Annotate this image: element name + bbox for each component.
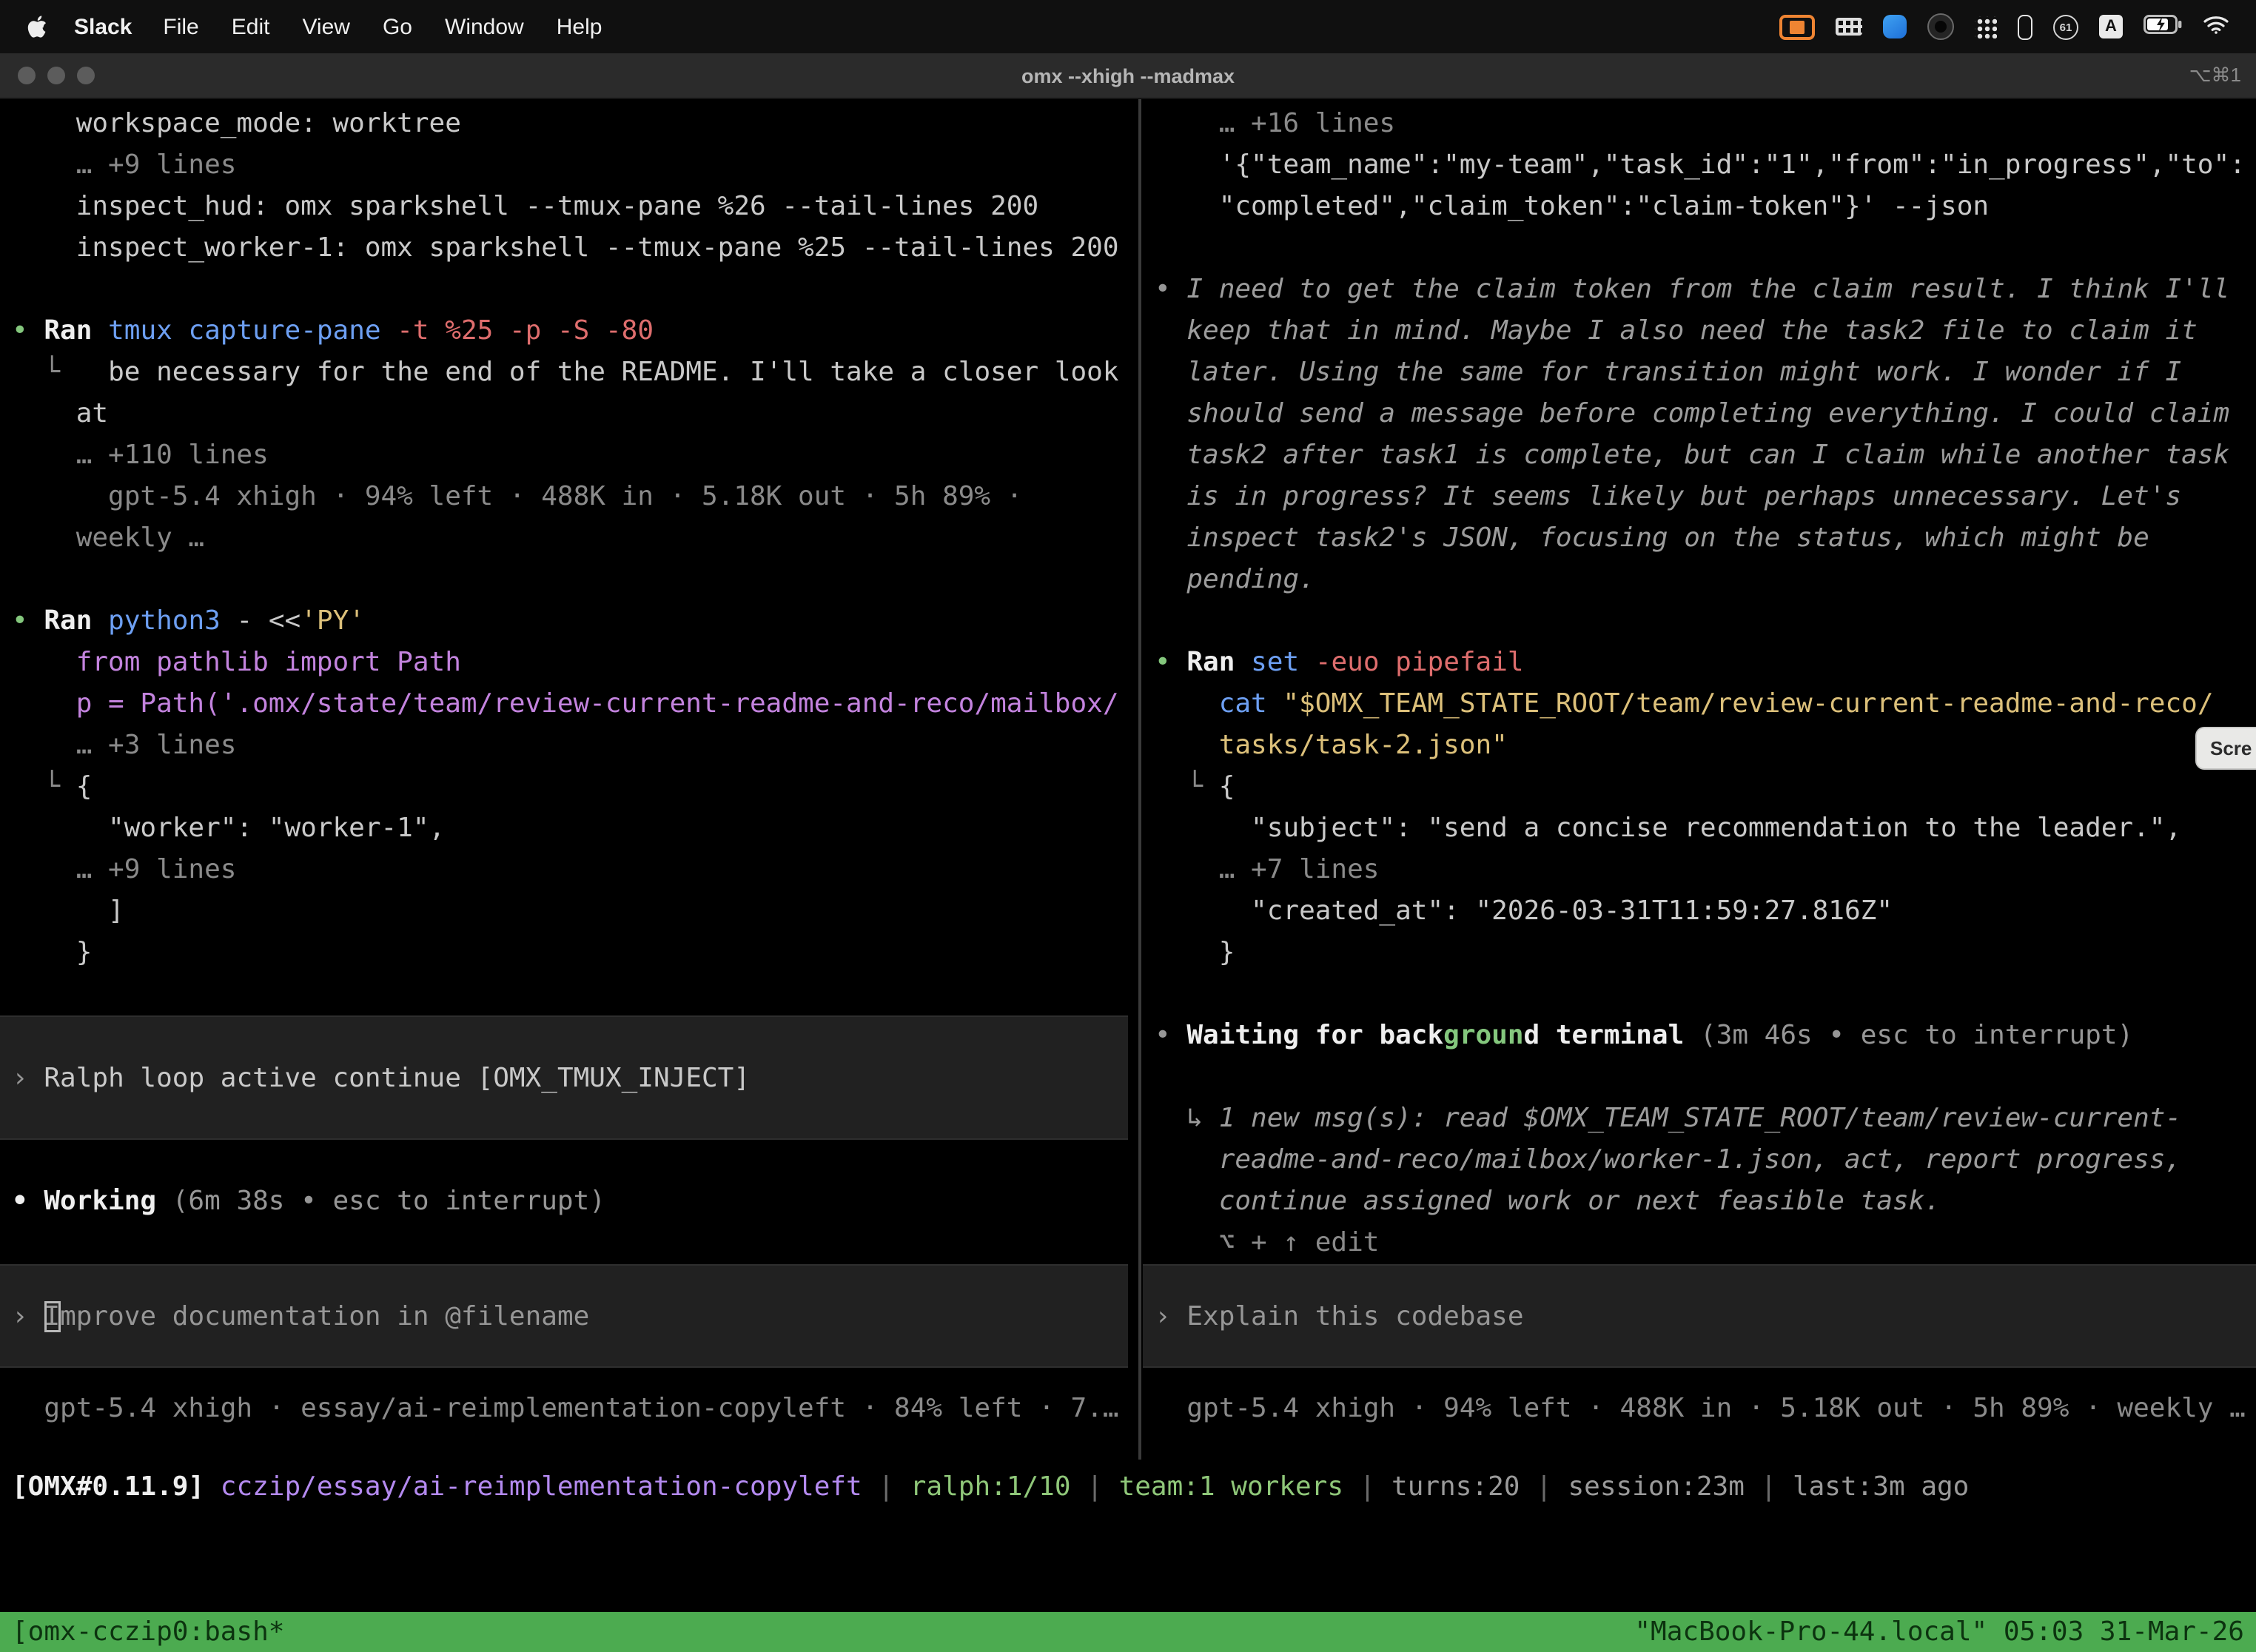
menu-bar-status-icons: 61 A — [1779, 13, 2256, 40]
wifi-icon[interactable] — [2203, 14, 2229, 39]
keyboard-grid-icon[interactable] — [1836, 18, 1862, 36]
terminal-line: "worker": "worker-1", — [12, 808, 1128, 850]
terminal-line: › Ralph loop active continue [OMX_TMUX_I… — [12, 1058, 1128, 1100]
traffic-lights — [18, 67, 95, 84]
window-title-bar[interactable]: omx --xhigh --madmax ⌥⌘1 — [0, 53, 2256, 99]
terminal-line: └ { — [12, 767, 1128, 808]
pane-divider[interactable] — [1138, 99, 1141, 1460]
terminal-line — [12, 1140, 1128, 1181]
terminal-line: … +7 lines — [1155, 850, 2256, 891]
terminal-line: gpt-5.4 xhigh · 94% left · 488K in · 5.1… — [12, 477, 1128, 518]
terminal-line: weekly … — [12, 518, 1128, 560]
menu-item-view[interactable]: View — [286, 14, 366, 39]
gauge-61-icon[interactable]: 61 — [2053, 14, 2078, 39]
menu-item-help[interactable]: Help — [540, 14, 619, 39]
terminal-line: … +110 lines — [12, 435, 1128, 477]
omx-status-line: [OMX#0.11.9] cczip/essay/ai-reimplementa… — [0, 1465, 2256, 1510]
apple-logo-icon[interactable] — [27, 15, 47, 38]
terminal-pane-right[interactable]: … +16 lines '{"team_name":"my-team","tas… — [1143, 99, 2256, 1460]
prompt-input-right[interactable]: › Explain this codebase — [1143, 1264, 2256, 1368]
terminal-line: ] — [12, 891, 1128, 933]
screen: Slack FileEditViewGoWindowHelp 61 A omx … — [0, 0, 2256, 1652]
terminal-line: › Improve documentation in @filename — [12, 1297, 1128, 1338]
menu-item-window[interactable]: Window — [429, 14, 540, 39]
pill-icon[interactable] — [2018, 14, 2032, 39]
terminal-line — [12, 1223, 1128, 1264]
close-button[interactable] — [18, 67, 36, 84]
blue-app-icon[interactable] — [1883, 15, 1907, 38]
terminal-line — [12, 974, 1128, 1015]
input-source-icon[interactable]: A — [2099, 15, 2123, 38]
terminal-line: └ { — [1155, 767, 2256, 808]
terminal-line: cat "$OMX_TEAM_STATE_ROOT/team/review-cu… — [1155, 684, 2256, 725]
zoom-button[interactable] — [77, 67, 95, 84]
app-grid-icon[interactable] — [1975, 16, 1997, 38]
screen-recording-indicator-icon[interactable] — [1779, 14, 1815, 39]
terminal-area: workspace_mode: worktree … +9 lines insp… — [0, 99, 2256, 1460]
terminal-line — [1155, 601, 2256, 642]
terminal-line: └ be necessary for the end of the README… — [12, 352, 1128, 394]
terminal-line: • Ran tmux capture-pane -t %25 -p -S -80 — [12, 311, 1128, 352]
terminal-line — [12, 269, 1128, 311]
terminal-line: at — [12, 394, 1128, 435]
tmux-host-clock: "MacBook-Pro-44.local" 05:03 31-Mar-26 — [1634, 1612, 2244, 1652]
terminal-line — [1155, 974, 2256, 1015]
terminal-line: gpt-5.4 xhigh · 94% left · 488K in · 5.1… — [1155, 1389, 2256, 1430]
tmux-session-window[interactable]: [omx-cczip0:bash* — [12, 1612, 284, 1652]
terminal-line: readme-and-reco/mailbox/worker-1.json, a… — [1155, 1140, 2256, 1181]
terminal-line: task2 after task1 is complete, but can I… — [1155, 435, 2256, 477]
terminal-line: } — [1155, 933, 2256, 974]
terminal-line: workspace_mode: worktree — [12, 104, 1128, 145]
ralph-loop-banner: › Ralph loop active continue [OMX_TMUX_I… — [0, 1015, 1128, 1140]
terminal-line: later. Using the same for transition mig… — [1155, 352, 2256, 394]
menu-item-go[interactable]: Go — [366, 14, 429, 39]
terminal-line: '{"team_name":"my-team","task_id":"1","f… — [1155, 145, 2256, 187]
terminal-line: continue assigned work or next feasible … — [1155, 1181, 2256, 1223]
menu-item-file[interactable]: File — [147, 14, 215, 39]
terminal-line: should send a message before completing … — [1155, 394, 2256, 435]
terminal-line: p = Path('.omx/state/team/review-current… — [12, 684, 1128, 725]
terminal-line: • I need to get the claim token from the… — [1155, 269, 2256, 311]
terminal-line: › Explain this codebase — [1155, 1297, 2256, 1338]
terminal-line: ⌥ + ↑ edit — [1155, 1223, 2256, 1264]
menu-item-edit[interactable]: Edit — [215, 14, 286, 39]
screen-popup[interactable]: Scre — [2195, 727, 2256, 770]
terminal-line: ↳ 1 new msg(s): read $OMX_TEAM_STATE_ROO… — [1155, 1098, 2256, 1140]
terminal-line: inspect task2's JSON, focusing on the st… — [1155, 518, 2256, 560]
battery-icon[interactable] — [2143, 14, 2182, 39]
prompt-input-left[interactable]: › Improve documentation in @filename — [0, 1264, 1128, 1368]
menu-items: FileEditViewGoWindowHelp — [147, 14, 618, 39]
tmux-status-bar: [omx-cczip0:bash* "MacBook-Pro-44.local"… — [0, 1612, 2256, 1652]
minimize-button[interactable] — [47, 67, 65, 84]
terminal-line: "completed","claim_token":"claim-token"}… — [1155, 187, 2256, 228]
window-shortcut: ⌥⌘1 — [2189, 64, 2241, 87]
terminal-line: "subject": "send a concise recommendatio… — [1155, 808, 2256, 850]
terminal-line: inspect_worker-1: omx sparkshell --tmux-… — [12, 228, 1128, 269]
terminal-line: keep that in mind. Maybe I also need the… — [1155, 311, 2256, 352]
terminal-line: • Waiting for background terminal (3m 46… — [1155, 1015, 2256, 1057]
terminal-line — [1155, 1057, 2256, 1098]
terminal-line: • Ran set -euo pipefail — [1155, 642, 2256, 684]
terminal-line: … +9 lines — [12, 850, 1128, 891]
terminal-line: … +9 lines — [12, 145, 1128, 187]
terminal-line: • Ran python3 - <<'PY' — [12, 601, 1128, 642]
terminal-line: inspect_hud: omx sparkshell --tmux-pane … — [12, 187, 1128, 228]
terminal-line: … +3 lines — [12, 725, 1128, 767]
terminal-pane-left[interactable]: workspace_mode: worktree … +9 lines insp… — [0, 99, 1128, 1460]
terminal-line: tasks/task-2.json" — [1155, 725, 2256, 767]
terminal-line: is in progress? It seems likely but perh… — [1155, 477, 2256, 518]
terminal-line: "created_at": "2026-03-31T11:59:27.816Z" — [1155, 891, 2256, 933]
menu-bar: Slack FileEditViewGoWindowHelp 61 A — [0, 0, 2256, 53]
terminal-line: pending. — [1155, 560, 2256, 601]
terminal-line — [1155, 228, 2256, 269]
terminal-line: • Working (6m 38s • esc to interrupt) — [12, 1181, 1128, 1223]
window-title: omx --xhigh --madmax — [0, 64, 2256, 87]
camera-lens-icon[interactable] — [1927, 13, 1954, 40]
terminal-line: from pathlib import Path — [12, 642, 1128, 684]
terminal-line — [12, 560, 1128, 601]
terminal-line: gpt-5.4 xhigh · essay/ai-reimplementatio… — [12, 1389, 1128, 1430]
menu-app-name[interactable]: Slack — [59, 14, 147, 39]
terminal-line: … +16 lines — [1155, 104, 2256, 145]
terminal-line: } — [12, 933, 1128, 974]
